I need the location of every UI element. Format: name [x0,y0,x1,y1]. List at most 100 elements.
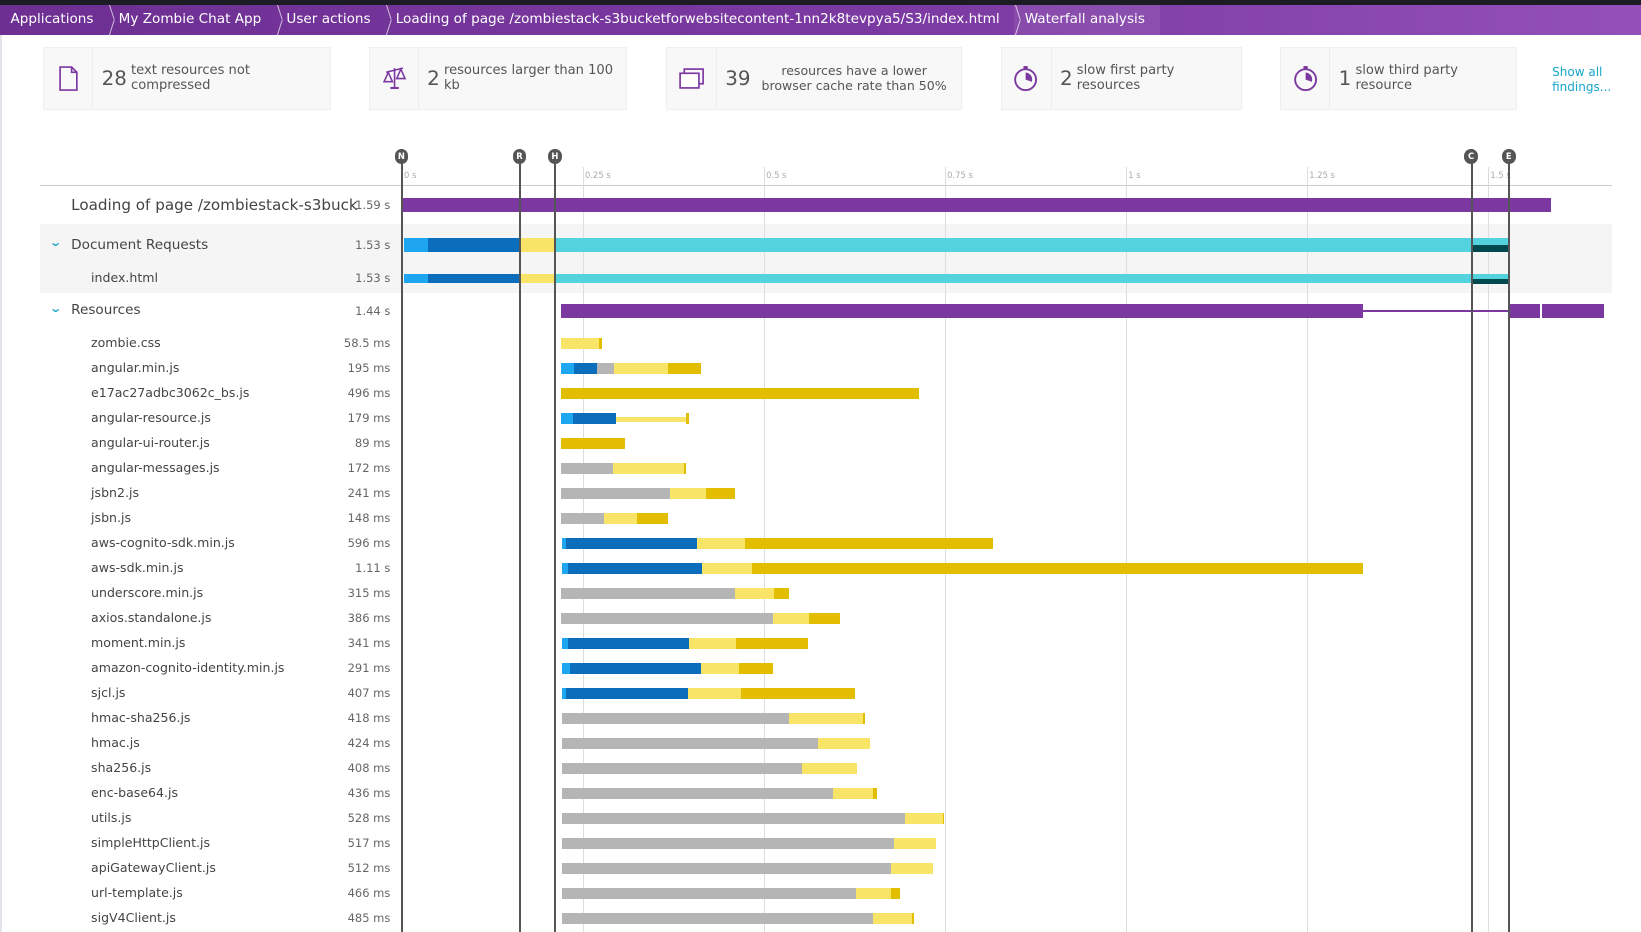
bar-segment-download [561,438,625,449]
breadcrumb-page-load[interactable]: Loading of page /zombiestack-s3bucketfor… [385,5,1014,34]
row-name[interactable]: angular.min.js [91,360,179,375]
row-name[interactable]: Loading of page /zombiestack-s3buck [71,196,358,214]
bar-segment-download [808,613,841,624]
row-name[interactable]: enc-base64.js [91,785,178,800]
row-duration: 408 ms [347,761,391,776]
row-name[interactable]: Document Requests [71,237,208,253]
bar-segment-download [684,463,686,474]
finding-card-large-resources[interactable]: 2 resources larger than 100 kb [369,47,627,110]
row-name[interactable]: hmac-sha256.js [91,710,190,725]
bar-segment-download [862,713,865,724]
bar-segment-connect [565,538,698,549]
row-duration: 1.53 s [355,271,391,286]
table-row[interactable] [40,457,1612,480]
row-name[interactable]: aws-sdk.min.js [91,560,183,575]
bar-segment-wait [561,713,790,724]
breadcrumb: Applications My Zombie Chat App User act… [0,5,1641,35]
row-name[interactable]: apiGatewayClient.js [91,860,216,875]
table-row[interactable] [40,632,1612,655]
bar-segment-ttfb [855,888,891,899]
row-name[interactable]: sigV4Client.js [91,910,176,925]
breadcrumb-user-actions[interactable]: User actions [276,5,385,34]
row-name[interactable]: hmac.js [91,735,140,750]
row-duration: 341 ms [347,636,391,651]
row-duration: 241 ms [347,486,391,501]
finding-card-cache-rate[interactable]: 39 resources have a lower browser cache … [665,47,962,110]
table-row[interactable] [40,407,1612,430]
table-row[interactable] [40,357,1612,380]
marker-pin[interactable]: H [548,148,562,165]
breadcrumb-applications[interactable]: Applications [0,5,108,34]
bar-segment-wait [597,363,615,374]
row-duration: 291 ms [347,661,391,676]
row-name[interactable]: underscore.min.js [91,585,203,600]
bar-segment-dns [404,237,428,253]
row-name[interactable]: Resources [71,302,140,318]
bar-segment-download [598,338,603,349]
row-name[interactable]: aws-cognito-sdk.min.js [91,535,235,550]
finding-card-slow-first-party[interactable]: 2 slow first party resources [1000,47,1243,110]
timing-marker-e[interactable]: E [1501,148,1516,932]
table-row[interactable] [40,507,1612,530]
tick-label: 0.25 s [585,169,611,180]
row-name[interactable]: moment.min.js [91,635,185,650]
bar-segment-ttfb [872,913,912,924]
bar-segment-dns [404,273,428,284]
row-name[interactable]: amazon-cognito-identity.min.js [91,660,284,675]
row-name[interactable]: simpleHttpClient.js [91,835,210,850]
row-duration: 424 ms [347,736,391,751]
row-name[interactable]: jsbn.js [91,510,131,525]
scale-icon [370,48,419,109]
row-name[interactable]: url-template.js [91,885,183,900]
marker-pin[interactable]: N [394,148,409,165]
bar-segment-line [1362,309,1510,312]
row-duration: 1.53 s [355,237,391,252]
show-all-findings-link[interactable]: Show all findings... [1552,65,1615,94]
table-row[interactable] [40,482,1612,505]
marker-pin[interactable]: C [1464,148,1478,165]
row-name[interactable]: angular-resource.js [91,410,211,425]
bar-segment-dns [561,413,573,424]
chevron-down-icon[interactable]: ⌄ [49,235,64,249]
table-row[interactable] [40,582,1612,605]
bar-segment-ttfb [832,788,873,799]
finding-card-slow-third-party[interactable]: 1 slow third party resource [1279,47,1517,110]
table-row[interactable] [40,332,1612,355]
row-name[interactable]: axios.standalone.js [91,610,211,625]
row-name[interactable]: e17ac27adbc3062c_bs.js [91,385,249,400]
bar-segment-ttfb [561,338,599,349]
finding-card-uncompressed[interactable]: 28 text resources not compressed [42,47,331,110]
row-name[interactable]: index.html [91,270,158,285]
marker-pin[interactable]: E [1501,148,1516,165]
timing-marker-h[interactable]: H [548,148,562,932]
row-name[interactable]: angular-ui-router.js [91,435,210,450]
row-name[interactable]: zombie.css [91,335,161,350]
timing-marker-n[interactable]: N [394,148,409,932]
table-row[interactable] [40,432,1612,455]
bar-segment-download [738,663,773,674]
left-edge [0,34,3,932]
marker-pin[interactable]: R [512,148,527,165]
timing-marker-r[interactable]: R [512,148,527,932]
bar-segment-teal [1471,237,1508,245]
finding-text: resources larger than 100 kb [443,63,614,94]
row-name[interactable]: sha256.js [91,760,151,775]
tick-label: 0.75 s [947,169,973,180]
row-name[interactable]: angular-messages.js [91,460,220,475]
row-name[interactable]: sjcl.js [91,685,125,700]
bar-segment-download [667,363,701,374]
chevron-down-icon[interactable]: ⌄ [49,301,64,315]
row-name[interactable]: jsbn2.js [91,485,139,500]
bar-segment-ttfb [697,538,746,549]
bar-segment-ttfb [789,713,863,724]
row-name[interactable]: utils.js [91,810,131,825]
bar-segment-download [751,563,1363,574]
breadcrumb-app[interactable]: My Zombie Chat App [108,5,276,34]
bar-segment-download [890,888,901,899]
bar-segment-connect [568,638,689,649]
timing-marker-c[interactable]: C [1464,148,1478,932]
bar-segment-ttfb [701,563,752,574]
row-duration: 517 ms [347,836,391,851]
bar-segment-wait [561,613,773,624]
bar-segment-teal [555,237,1472,253]
